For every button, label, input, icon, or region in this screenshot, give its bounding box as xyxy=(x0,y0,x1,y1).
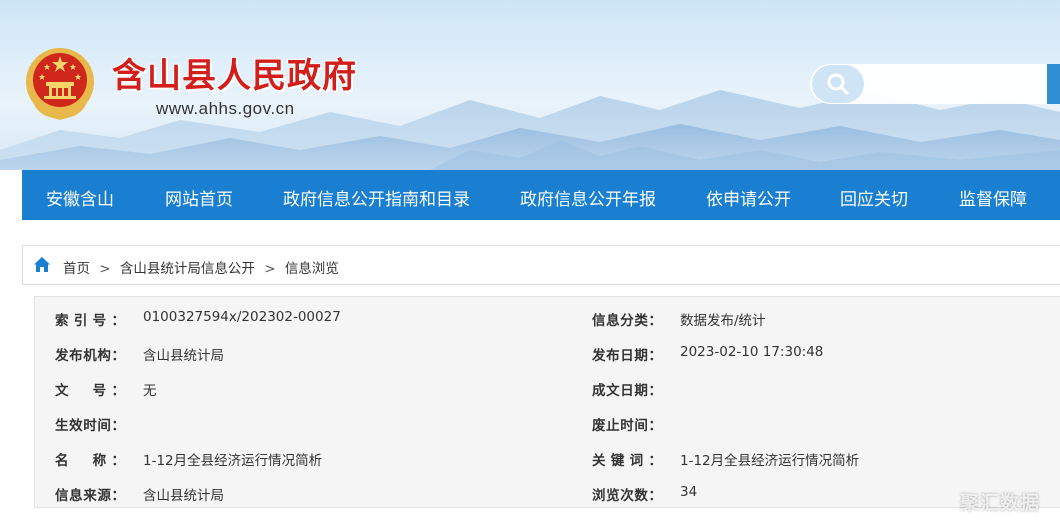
info-value: 2023-02-10 17:30:48 xyxy=(680,344,824,360)
info-row: 名 称： 1-12月全县经济运行情况简析 关键词： 1-12月全县经济运行情况简… xyxy=(35,439,1060,474)
info-row: 生效时间： 废止时间： xyxy=(35,404,1060,439)
breadcrumb-current: 信息浏览 xyxy=(284,261,339,277)
info-label: 发布机构： xyxy=(55,348,125,364)
breadcrumb-separator: > xyxy=(99,261,111,277)
info-panel: 索引号： 0100327594x/202302-00027 信息分类： 数据发布… xyxy=(34,296,1060,508)
info-label: 成文日期： xyxy=(592,383,662,399)
info-value: 1-12月全县经济运行情况简析 xyxy=(143,453,323,469)
info-value: 34 xyxy=(680,484,698,500)
info-label: 关键词： xyxy=(592,453,662,469)
nav-item-supervision[interactable]: 监督保障 xyxy=(959,185,1027,210)
nav-item-disclosure-guide[interactable]: 政府信息公开指南和目录 xyxy=(283,185,470,210)
breadcrumb: 首页 > 含山县统计局信息公开 > 信息浏览 xyxy=(22,245,1060,285)
info-label: 信息来源： xyxy=(55,488,125,504)
info-row: 文 号： 无 成文日期： xyxy=(35,369,1060,404)
national-emblem-icon xyxy=(26,48,94,120)
info-value: 1-12月全县经济运行情况简析 xyxy=(680,453,860,469)
home-icon xyxy=(34,257,50,272)
info-value: 含山县统计局 xyxy=(143,348,224,364)
info-label: 名 称： xyxy=(55,453,125,469)
main-nav: 安徽含山 网站首页 政府信息公开指南和目录 政府信息公开年报 依申请公开 回应关… xyxy=(22,170,1060,220)
site-url: www.ahhs.gov.cn xyxy=(156,99,295,118)
info-label: 发布日期： xyxy=(592,348,662,364)
site-title: 含山县人民政府 xyxy=(112,56,357,96)
info-row: 信息来源： 含山县统计局 浏览次数： 34 xyxy=(35,474,1060,509)
nav-item-anhui-hanshan[interactable]: 安徽含山 xyxy=(46,185,114,210)
info-label: 信息分类： xyxy=(592,313,662,329)
breadcrumb-separator: > xyxy=(264,261,276,277)
breadcrumb-trail: 首页 > 含山县统计局信息公开 > 信息浏览 xyxy=(63,257,339,277)
site-header: 含山县人民政府 www.ahhs.gov.cn xyxy=(0,0,1060,170)
info-value: 数据发布/统计 xyxy=(680,313,766,329)
info-value: 无 xyxy=(143,383,157,399)
info-label: 废止时间： xyxy=(592,418,662,434)
info-row: 索引号： 0100327594x/202302-00027 信息分类： 数据发布… xyxy=(35,299,1060,334)
nav-item-on-request[interactable]: 依申请公开 xyxy=(706,185,791,210)
search-icon[interactable] xyxy=(826,72,850,96)
info-label: 浏览次数： xyxy=(592,488,662,504)
info-label: 生效时间： xyxy=(55,418,125,434)
info-label: 索引号： xyxy=(55,313,125,329)
watermark-text: 聚汇数据 xyxy=(960,492,1041,514)
breadcrumb-stats-bureau[interactable]: 含山县统计局信息公开 xyxy=(120,261,255,277)
breadcrumb-home[interactable]: 首页 xyxy=(63,261,90,277)
search-button[interactable] xyxy=(1047,64,1060,104)
nav-item-home[interactable]: 网站首页 xyxy=(165,185,233,210)
info-label: 文 号： xyxy=(55,383,125,399)
info-value: 含山县统计局 xyxy=(143,488,224,504)
info-value: 0100327594x/202302-00027 xyxy=(143,309,341,325)
nav-item-response[interactable]: 回应关切 xyxy=(840,185,908,210)
info-row: 发布机构： 含山县统计局 发布日期： 2023-02-10 17:30:48 xyxy=(35,334,1060,369)
nav-item-annual-report[interactable]: 政府信息公开年报 xyxy=(520,185,656,210)
